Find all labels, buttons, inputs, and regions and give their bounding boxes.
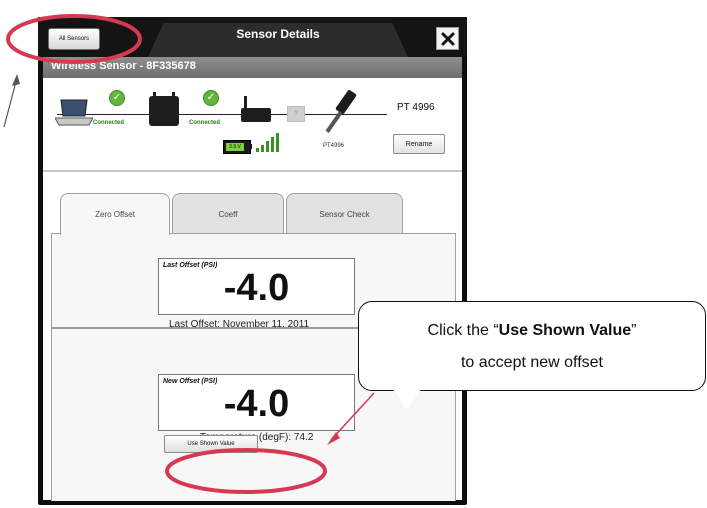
- pointer-arrow-icon: [327, 432, 340, 445]
- arrow-head-icon: [12, 74, 20, 86]
- highlight-ring-button: [165, 448, 327, 494]
- pointer-arrow-line: [3, 77, 18, 128]
- callout-tail: [392, 388, 422, 410]
- callout-pointer-line: [330, 392, 375, 441]
- tab-zero-offset[interactable]: Zero Offset: [60, 193, 170, 235]
- highlight-ring-back: [6, 14, 142, 64]
- annotation-overlay: [3, 14, 422, 494]
